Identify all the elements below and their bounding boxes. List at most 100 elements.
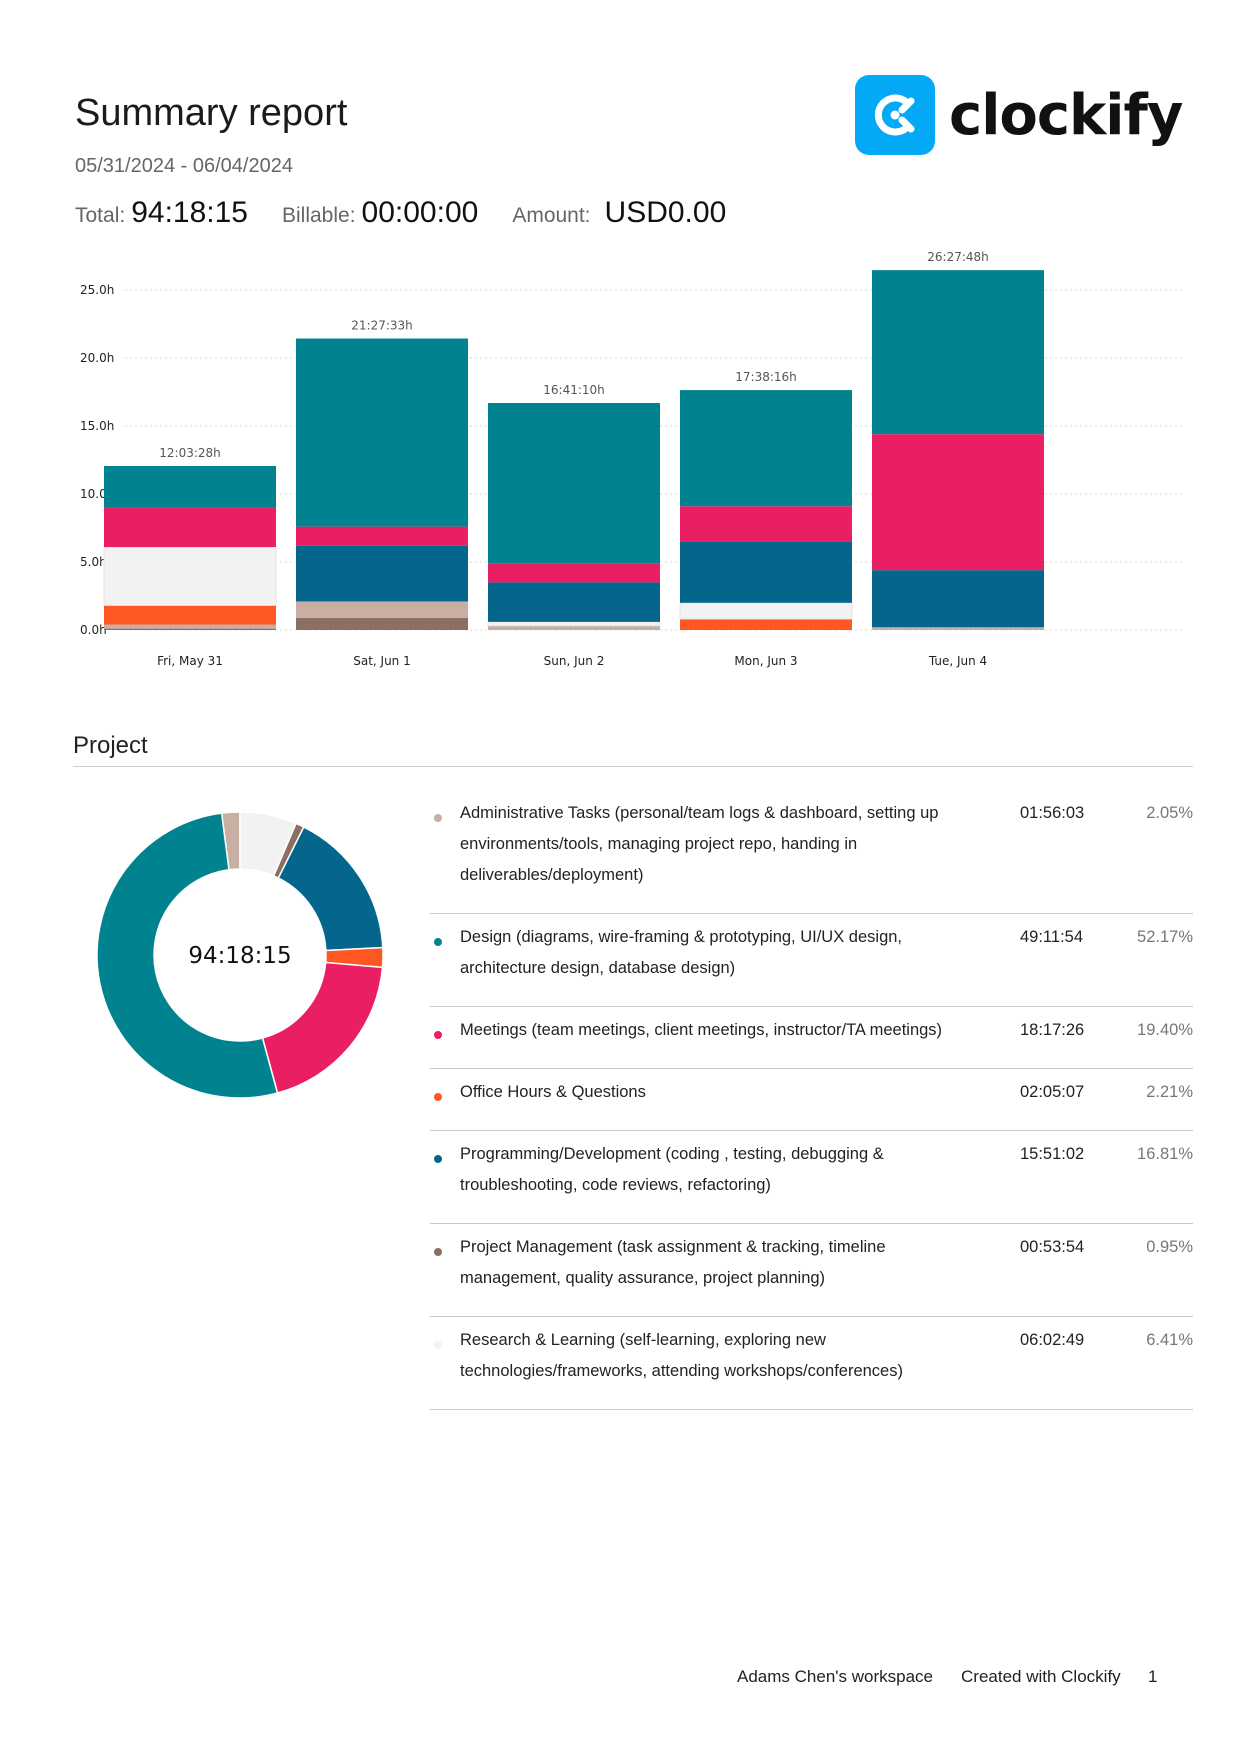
project-color-dot	[434, 938, 442, 946]
project-percent: 6.41%	[1146, 1331, 1193, 1349]
bar-segment-design	[488, 403, 660, 564]
project-color-dot	[434, 1093, 442, 1101]
project-color-dot	[434, 1341, 442, 1349]
y-tick-label: 25.0h	[80, 283, 114, 297]
project-percent: 2.05%	[1146, 804, 1193, 822]
project-name: Programming/Development (coding , testin…	[460, 1145, 884, 1194]
y-tick-label: 15.0h	[80, 419, 114, 433]
x-category-label: Sun, Jun 2	[544, 654, 605, 668]
section-title-project: Project	[73, 732, 148, 759]
project-color-dot	[434, 1248, 442, 1256]
section-divider	[73, 766, 1193, 767]
bar-total-label: 12:03:28h	[159, 446, 221, 460]
bar-segment-pm	[296, 617, 468, 630]
project-color-dot	[434, 814, 442, 822]
bar-total-label: 16:41:10h	[543, 383, 605, 397]
x-category-label: Mon, Jun 3	[734, 654, 797, 668]
project-name: Research & Learning (self-learning, expl…	[460, 1331, 903, 1380]
bar-segment-pm	[104, 628, 276, 630]
amount-group: Amount: USD0.00	[512, 196, 726, 230]
bar-segment-research	[103, 546, 277, 606]
bar-segment-research	[679, 602, 853, 620]
bar-segment-design	[296, 338, 468, 527]
bar-segment-meetings	[104, 507, 276, 548]
y-tick-label: 0.0h	[80, 623, 107, 637]
date-range: 05/31/2024 - 06/04/2024	[75, 155, 293, 177]
project-row: Programming/Development (coding , testin…	[430, 1131, 1193, 1224]
bar-segment-admin	[296, 601, 468, 618]
amount-label: Amount:	[512, 204, 591, 227]
bar-segment-programming	[872, 570, 1044, 628]
project-name: Meetings (team meetings, client meetings…	[460, 1021, 943, 1039]
project-percent: 0.95%	[1146, 1238, 1193, 1256]
x-category-label: Tue, Jun 4	[928, 654, 987, 668]
bar-segment-office	[680, 619, 852, 630]
bar-segment-meetings	[296, 526, 468, 546]
total-group: Total: 94:18:15	[75, 196, 248, 230]
project-duration: 02:05:07	[1020, 1083, 1085, 1101]
bar-segment-meetings	[872, 434, 1044, 571]
project-duration: 06:02:49	[1020, 1331, 1085, 1349]
project-color-dot	[434, 1155, 442, 1163]
bar-segment-meetings	[680, 506, 852, 542]
project-row: Administrative Tasks (personal/team logs…	[430, 790, 1193, 914]
footer-page-number: 1	[1148, 1667, 1158, 1686]
clockify-logo-text: clockify	[949, 82, 1183, 148]
bar-segment-admin	[872, 627, 1044, 630]
donut-slice-programming	[277, 826, 384, 952]
bar-segment-office	[104, 605, 276, 625]
total-label: Total:	[75, 204, 126, 227]
y-tick-label: 20.0h	[80, 351, 114, 365]
bar-segment-admin	[104, 624, 276, 629]
project-duration: 15:51:02	[1020, 1145, 1085, 1163]
project-percent: 52.17%	[1137, 928, 1193, 946]
project-percent: 16.81%	[1137, 1145, 1193, 1163]
project-duration: 00:53:54	[1020, 1238, 1085, 1256]
page-title: Summary report	[75, 92, 348, 134]
daily-bar-chart: 0.0h5.0h10.0h15.0h20.0h25.0h12:03:28hFri…	[80, 250, 1185, 668]
bar-segment-programming	[296, 545, 468, 602]
project-duration: 49:11:54	[1020, 928, 1084, 946]
donut-center-total: 94:18:15	[188, 943, 291, 969]
footer-workspace: Adams Chen's workspace	[737, 1667, 933, 1686]
project-donut-chart: 94:18:15	[96, 811, 384, 1099]
project-list: Administrative Tasks (personal/team logs…	[430, 790, 1193, 1410]
footer-created-with: Created with Clockify	[961, 1667, 1121, 1686]
donut-slice-meetings	[261, 961, 384, 1094]
billable-group: Billable: 00:00:00	[282, 196, 478, 230]
project-row: Research & Learning (self-learning, expl…	[430, 1317, 1193, 1410]
project-name: Design (diagrams, wire-framing & prototy…	[460, 928, 903, 977]
amount-value: USD0.00	[604, 196, 727, 229]
billable-label: Billable:	[281, 204, 356, 227]
bar-total-label: 26:27:48h	[927, 250, 989, 264]
y-tick-label: 5.0h	[80, 555, 107, 569]
project-duration: 01:56:03	[1020, 804, 1085, 822]
project-row: Design (diagrams, wire-framing & prototy…	[430, 914, 1193, 1007]
x-category-label: Fri, May 31	[157, 654, 223, 668]
project-name: Project Management (task assignment & tr…	[460, 1238, 886, 1287]
x-category-label: Sat, Jun 1	[353, 654, 411, 668]
bar-total-label: 21:27:33h	[351, 319, 413, 333]
bar-segment-design	[680, 390, 852, 507]
project-name: Administrative Tasks (personal/team logs…	[460, 804, 939, 884]
bar-segment-programming	[680, 541, 852, 603]
bar-segment-admin	[488, 625, 660, 630]
total-value: 94:18:15	[131, 196, 248, 229]
bar-segment-design	[872, 270, 1044, 435]
project-row: Meetings (team meetings, client meetings…	[430, 1007, 1193, 1069]
totals-bar: Total: 94:18:15 Billable: 00:00:00 Amoun…	[75, 196, 760, 230]
project-name: Office Hours & Questions	[460, 1083, 646, 1101]
billable-value: 00:00:00	[361, 196, 479, 229]
project-color-dot	[434, 1031, 442, 1039]
project-row: Project Management (task assignment & tr…	[430, 1224, 1193, 1317]
clockify-logo: clockify	[855, 75, 1183, 155]
project-percent: 2.21%	[1146, 1083, 1193, 1101]
bar-segment-meetings	[488, 563, 660, 583]
bar-segment-research	[487, 621, 661, 627]
bar-segment-design	[104, 465, 276, 508]
project-row: Office Hours & Questions 02:05:07 2.21%	[430, 1069, 1193, 1131]
bar-total-label: 17:38:16h	[735, 370, 797, 384]
project-percent: 19.40%	[1137, 1021, 1193, 1039]
bar-segment-programming	[488, 582, 660, 622]
project-duration: 18:17:26	[1020, 1021, 1085, 1039]
